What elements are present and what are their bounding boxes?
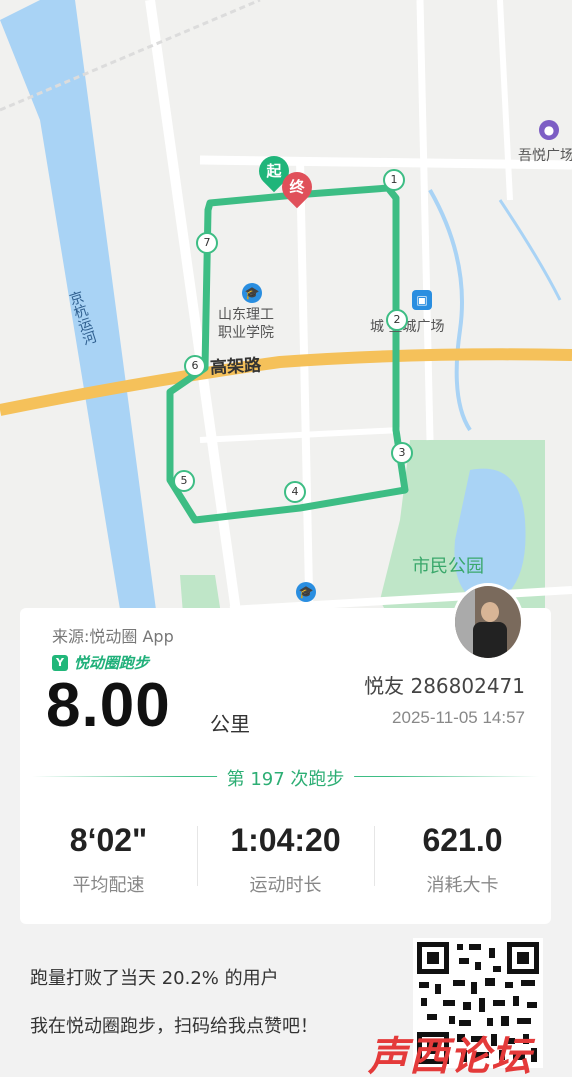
stats-row: 8‘02" 平均配速 1:04:20 运动时长 621.0 消耗大卡 (20, 822, 551, 897)
route-marker-6: 6 (184, 355, 206, 377)
route-marker-7: 7 (196, 232, 218, 254)
duration-value: 1:04:20 (230, 822, 341, 858)
plaza-icon: ▣ (412, 290, 432, 310)
mall-icon: ● (539, 120, 559, 140)
run-summary-card: 来源:悦动圈 App Y 悦动圈跑步 8.00 公里 悦友 286802471 … (20, 583, 551, 924)
user-id: 悦友 286802471 (364, 674, 525, 698)
pace-value: 8‘02" (69, 822, 148, 858)
source-text: 来源:悦动圈 App (52, 627, 174, 646)
pace-label: 平均配速 (72, 875, 145, 896)
route-marker-5: 5 (173, 470, 195, 492)
stat-duration: 1:04:20 运动时长 (197, 822, 374, 897)
route-map[interactable]: 京杭运河 🎓 山东理工 职业学院 高架路 ▣ 城 星城广场 ● 吾悦广场 市民公… (0, 0, 572, 640)
road-label: 高架路 (209, 355, 262, 379)
school-label: 山东理工 职业学院 (218, 307, 274, 341)
route-marker-2: 2 (386, 309, 408, 331)
distance-unit: 公里 (210, 712, 250, 736)
stat-pace: 8‘02" 平均配速 (20, 822, 197, 897)
rank-text: 跑量打败了当天 20.2% 的用户 (30, 968, 279, 989)
site-watermark: 声西论坛 (368, 1034, 532, 1077)
mall-label: 吾悦广场 (518, 148, 572, 164)
route-marker-4: 4 (284, 481, 306, 503)
app-logo-icon: Y (52, 654, 68, 671)
duration-label: 运动时长 (249, 875, 322, 896)
share-text: 我在悦动圈跑步，扫码给我点赞吧！ (30, 1016, 318, 1037)
end-pin-label: 终 (289, 178, 305, 196)
run-datetime: 2025-11-05 14:57 (392, 708, 525, 727)
calories-value: 621.0 (422, 822, 503, 858)
park-label: 市民公园 (412, 556, 484, 577)
route-marker-3: 3 (391, 442, 413, 464)
school-icon: 🎓 (242, 283, 262, 303)
school-icon-2: 🎓 (296, 582, 316, 602)
stat-calories: 621.0 消耗大卡 (374, 822, 551, 897)
avatar[interactable] (452, 583, 524, 661)
route-marker-1: 1 (383, 169, 405, 191)
calories-label: 消耗大卡 (426, 875, 499, 896)
end-pin: 终 (275, 165, 319, 209)
run-count: 第 197 次跑步 (216, 765, 355, 791)
distance-value: 8.00 (46, 671, 171, 740)
